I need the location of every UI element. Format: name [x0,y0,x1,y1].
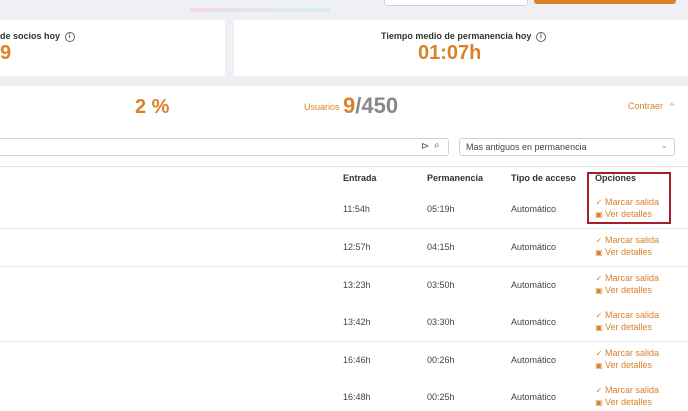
cell-entrada: 16:46h [343,355,371,365]
ver-detalles-link[interactable]: ▣ Ver detalles [595,247,652,257]
chevron-up-icon: ^ [668,102,676,111]
marcar-salida-label: Marcar salida [605,310,660,320]
cell-tipo: Automático [511,242,557,252]
header-tipo-acceso: Tipo de acceso [511,173,576,183]
top-tab-indicator [190,8,330,12]
table-row: 16:48h 00:25h Automático ✓ Marcar salida … [0,379,688,411]
cell-permanencia: 04:15h [427,242,455,252]
table-row: 13:23h 03:50h Automático ✓ Marcar salida … [0,267,688,305]
marcar-salida-label: Marcar salida [605,273,660,283]
ver-detalles-label: Ver detalles [605,322,653,332]
stat-card-socios: de socios hoy i 9 [0,20,225,76]
ver-detalles-link[interactable]: ▣ Ver detalles [595,322,652,332]
check-circle-icon: ✓ [595,349,603,358]
cell-entrada: 13:23h [343,280,371,290]
search-input[interactable]: ⊳ ⌕ [0,138,449,156]
tiempo-label: Tiempo medio de permanencia hoy [381,31,532,41]
cell-entrada: 11:54h [343,204,370,214]
cell-entrada: 13:42h [343,317,371,327]
cell-tipo: Automático [511,317,557,327]
search-icon[interactable]: ⌕ [434,140,440,151]
percent-ghost [72,88,81,116]
table-row: 11:54h 05:19h Automático ✓ Marcar salida … [0,191,688,229]
usuarios-counter: 9/450 [343,93,398,119]
ver-detalles-label: Ver detalles [605,285,653,295]
opciones-highlight-box [587,172,671,224]
cell-tipo: Automático [511,355,557,365]
lock-icon: ▣ [595,248,603,257]
marcar-salida-link[interactable]: ✓ Marcar salida [595,310,659,320]
contraer-button[interactable]: Contraer ^ [628,101,675,111]
table-header: Entrada Permanencia Tipo de acceso Opcio… [0,166,688,192]
cell-permanencia: 03:50h [427,280,455,290]
info-icon: i [64,31,75,42]
chevron-down-icon: ⌄ [660,141,668,151]
check-circle-icon: ✓ [595,236,603,245]
table-row: 13:42h 03:30h Automático ✓ Marcar salida … [0,304,688,342]
ver-detalles-label: Ver detalles [605,397,653,407]
usuarios-total: /450 [355,93,399,118]
cell-entrada: 16:48h [343,392,371,402]
sort-select[interactable]: Mas antiguos en permanencia ⌄ [459,138,675,156]
lock-icon: ▣ [595,398,603,407]
lock-icon: ▣ [595,361,603,370]
top-input[interactable] [384,0,528,6]
lock-icon: ▣ [595,323,603,332]
ver-detalles-link[interactable]: ▣ Ver detalles [595,397,652,407]
ver-detalles-label: Ver detalles [605,247,653,257]
check-circle-icon: ✓ [595,274,603,283]
marcar-salida-label: Marcar salida [605,235,660,245]
info-icon: i [535,31,546,42]
cell-permanencia: 03:30h [427,317,455,327]
tiempo-value: 01:07h [418,42,482,64]
check-circle-icon: ✓ [595,311,603,320]
marcar-salida-link[interactable]: ✓ Marcar salida [595,273,659,283]
cell-tipo: Automático [511,280,557,290]
socios-value: 9 [0,42,12,64]
header-permanencia: Permanencia [427,173,484,183]
ver-detalles-label: Ver detalles [605,360,653,370]
table-row: 12:57h 04:15h Automático ✓ Marcar salida … [0,229,688,267]
check-circle-icon: ✓ [595,386,603,395]
scan-icon[interactable]: ⊳ [421,141,429,152]
lock-icon: ▣ [595,286,603,295]
socios-label: de socios hoy [0,31,61,41]
percent-value: 2 % [135,96,170,118]
cell-permanencia: 00:25h [427,392,455,402]
stat-card-tiempo: Tiempo medio de permanencia hoy i 01:07h [234,20,688,76]
top-action-button[interactable] [534,0,676,4]
usuarios-label: Usuarios [304,102,340,112]
marcar-salida-link[interactable]: ✓ Marcar salida [595,235,659,245]
marcar-salida-label: Marcar salida [605,348,660,358]
header-entrada: Entrada [343,173,377,183]
table-row: 16:46h 00:26h Automático ✓ Marcar salida … [0,342,688,380]
marcar-salida-label: Marcar salida [605,385,660,395]
ver-detalles-link[interactable]: ▣ Ver detalles [595,360,652,370]
cell-entrada: 12:57h [343,242,371,252]
cell-tipo: Automático [511,204,557,214]
cell-permanencia: 05:19h [427,204,455,214]
usuarios-current: 9 [343,93,356,118]
marcar-salida-link[interactable]: ✓ Marcar salida [595,385,659,395]
contraer-label: Contraer [628,101,664,111]
cell-tipo: Automático [511,392,557,402]
sort-selected-value: Mas antiguos en permanencia [466,142,587,152]
cell-permanencia: 00:26h [427,355,455,365]
marcar-salida-link[interactable]: ✓ Marcar salida [595,348,659,358]
ver-detalles-link[interactable]: ▣ Ver detalles [595,285,652,295]
